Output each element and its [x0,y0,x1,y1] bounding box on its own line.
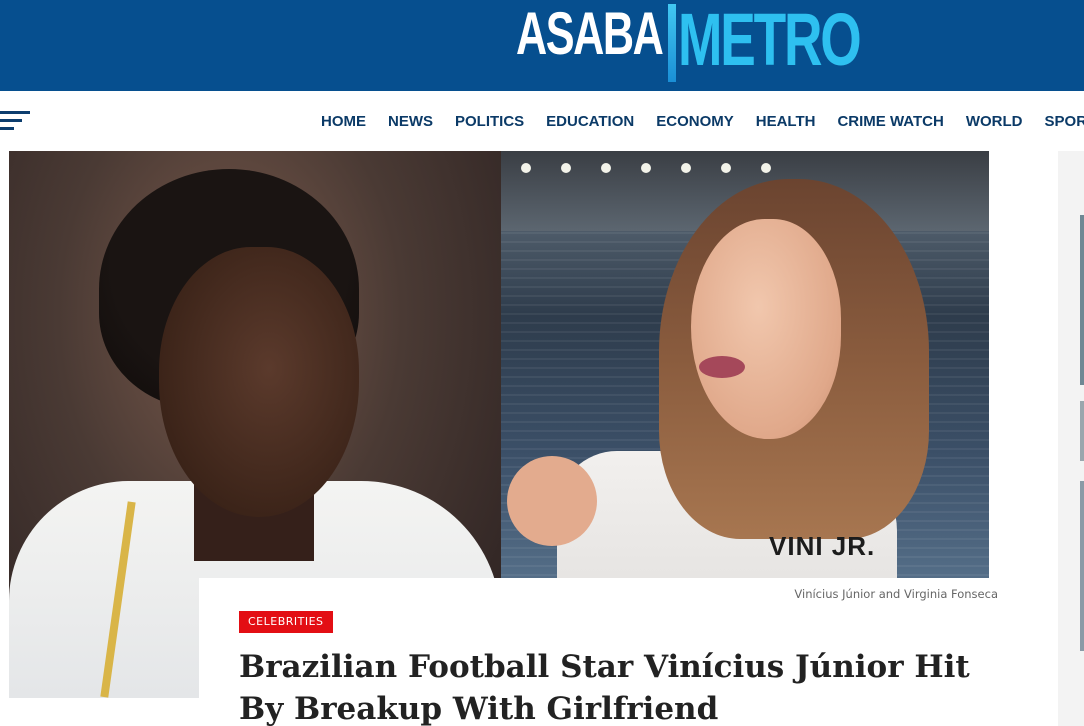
nav-item-politics[interactable]: POLITICS [444,113,535,130]
sidebar-thumbnail[interactable] [1080,481,1084,651]
category-badge[interactable]: CELEBRITIES [239,611,333,633]
logo-text-asaba: ASABA [516,0,664,67]
site-logo[interactable]: ASABA METRO [516,2,888,82]
nav-item-crime-watch[interactable]: CRIME WATCH [826,113,954,130]
main-navigation: HOME NEWS POLITICS EDUCATION ECONOMY HEA… [0,91,1084,151]
image-caption: Vinícius Júnior and Virginia Fonseca [794,587,998,601]
right-sidebar [1058,151,1084,726]
nav-item-news[interactable]: NEWS [377,113,444,130]
logo-text-metro: METRO [678,0,862,81]
article-title: Brazilian Football Star Vinícius Júnior … [239,649,970,726]
woman-lips [699,356,745,378]
site-header: ASABA METRO [0,0,1084,91]
nav-item-world[interactable]: WORLD [955,113,1034,130]
woman-face [691,219,841,439]
nav-item-home[interactable]: HOME [310,113,377,130]
logo-divider [668,4,676,82]
hamburger-menu-icon[interactable] [0,111,30,133]
nav-menu: HOME NEWS POLITICS EDUCATION ECONOMY HEA… [310,91,1084,151]
nav-item-sports[interactable]: SPORTS [1034,113,1084,130]
jersey-name-text: VINI JR. [769,531,876,561]
sidebar-thumbnail[interactable] [1080,401,1084,461]
article-header-card: Vinícius Júnior and Virginia Fonseca CEL… [199,578,1019,726]
player-face [159,247,359,517]
nav-item-economy[interactable]: ECONOMY [645,113,745,130]
woman-hand [507,456,597,546]
nav-item-education[interactable]: EDUCATION [535,113,645,130]
nav-item-health[interactable]: HEALTH [745,113,827,130]
sidebar-thumbnail[interactable] [1080,215,1084,385]
